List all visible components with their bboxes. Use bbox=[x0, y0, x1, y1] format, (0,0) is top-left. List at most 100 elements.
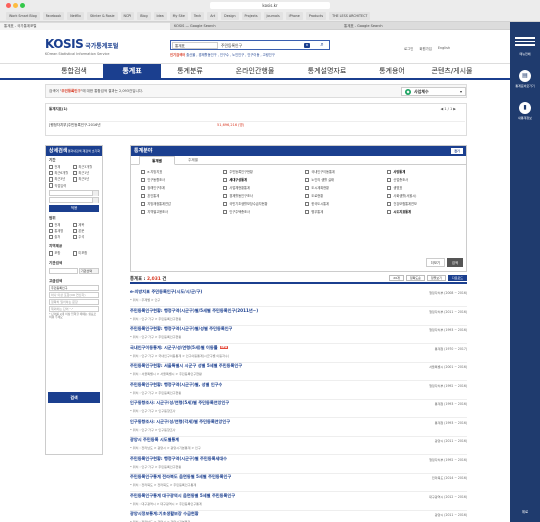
result-title[interactable]: 국내인구이동통계: 시군구/성/연령(5세)별 이동률 NEW bbox=[130, 345, 229, 351]
category-checkbox[interactable]: 병무통계 bbox=[305, 209, 323, 214]
gnb-item[interactable]: 통계분류 bbox=[161, 64, 219, 79]
search-icon[interactable]: ⌕ bbox=[317, 42, 327, 49]
category-checkbox[interactable]: 장래인구추계 bbox=[141, 185, 165, 190]
result-path[interactable]: • 위치 : 인구·가구 > 주민등록인구현황 bbox=[130, 316, 181, 321]
bookmark-item[interactable]: Idea bbox=[153, 12, 167, 20]
advanced-search-button[interactable]: 검색 bbox=[48, 392, 100, 403]
search-input[interactable]: 주민등록인구 bbox=[221, 42, 301, 49]
category-checkbox[interactable]: 건강보험통계연보 bbox=[387, 201, 416, 206]
option-checkbox[interactable]: 최근1년 bbox=[73, 170, 97, 175]
result-title[interactable]: 주민등록인구현황: 행정구역(시군구)별 주민등록세대수 bbox=[130, 456, 227, 462]
category-checkbox[interactable]: 세대구성통계 bbox=[223, 177, 247, 182]
popular-keywords-list[interactable]: 출산율 , 경제활동인구 , 인구수 , 노인인구 , 인구이동 , 고령인구 bbox=[186, 53, 275, 57]
bookmark-item[interactable]: iPhone bbox=[285, 12, 303, 20]
result-item[interactable]: 주민등록인구현황: 행정구역(시군구)별/5세별 주민등록인구(2011년~) •… bbox=[130, 306, 467, 326]
exclude-words-input[interactable]: 제외하는 단어 "-" bbox=[49, 305, 99, 312]
hamburger-menu-icon[interactable] bbox=[515, 37, 535, 47]
all-words-input[interactable]: 주민등록인구 bbox=[49, 284, 99, 291]
result-item[interactable]: 주민등록인구통계 전라북도 읍면동별 5세별 주민등록인구 • 위치 : 전라북도… bbox=[130, 472, 467, 492]
option-checkbox[interactable]: 포함 bbox=[49, 250, 73, 255]
zoom-window-icon[interactable] bbox=[20, 3, 25, 8]
bookmark-item[interactable]: Products bbox=[305, 12, 327, 20]
result-path[interactable]: • 위치 : 주제별 > 인구 bbox=[130, 297, 160, 302]
indicator-pager[interactable]: ◀ 1 / 1 ▶ bbox=[441, 107, 456, 111]
quick-link-mystats[interactable]: ▮ 내통계정보 bbox=[510, 102, 540, 120]
minimize-window-icon[interactable] bbox=[13, 3, 18, 8]
category-checkbox[interactable]: 시도지표통계 bbox=[387, 209, 411, 214]
org-input[interactable] bbox=[49, 267, 78, 274]
result-path[interactable]: • 위치 : 인구·가구 > 주민등록인구현황 bbox=[130, 334, 181, 339]
category-checkbox[interactable]: 산업총조사 bbox=[387, 177, 408, 182]
option-checkbox[interactable]: 최근3개월 bbox=[73, 164, 97, 169]
browser-tab[interactable]: 통계표 - 국가통계포털 bbox=[0, 23, 170, 30]
tab-by-subject[interactable]: 주제별 bbox=[175, 156, 211, 165]
category-checkbox[interactable]: 경제활동인구조사 bbox=[223, 193, 252, 198]
category-checkbox[interactable]: 사망통계 bbox=[387, 169, 405, 174]
result-title[interactable]: 주민등록인구통계 전라북도 읍면동별 5세별 주민등록인구 bbox=[130, 474, 231, 480]
category-search-button[interactable]: 검색 bbox=[446, 258, 463, 267]
login-link[interactable]: 로그인 bbox=[404, 46, 413, 51]
browser-tab[interactable]: 통계표 - Google Search bbox=[340, 23, 510, 30]
category-checkbox[interactable]: 도시계획현황 bbox=[305, 185, 329, 190]
date-from-input[interactable] bbox=[49, 189, 99, 196]
category-checkbox[interactable]: 인구동향조사 bbox=[141, 177, 165, 182]
category-checkbox[interactable]: 국내인구이동통계 bbox=[305, 169, 334, 174]
option-checkbox[interactable]: 통계명 bbox=[49, 228, 73, 233]
quick-link-table[interactable]: ▤ 통계표바로가기 bbox=[510, 70, 540, 88]
category-checkbox[interactable]: 사업체현황통계 bbox=[223, 185, 250, 190]
option-checkbox[interactable]: 직접입력 bbox=[49, 183, 73, 188]
site-logo[interactable]: KOSIS 국가통계포털 KOrean Statistical Informati… bbox=[45, 37, 118, 56]
result-path[interactable]: • 위치 : 인구·가구 > 인구동향조사 bbox=[130, 408, 176, 413]
calendar-icon[interactable] bbox=[92, 190, 98, 196]
result-title[interactable]: e-지방지표 주민등록인구(시도/시/군/구) bbox=[130, 289, 202, 295]
gnb-item[interactable]: 콘텐츠/게시물 bbox=[421, 64, 483, 79]
bookmark-item[interactable]: Projects bbox=[241, 12, 261, 20]
bookmark-item[interactable]: Facebook bbox=[42, 12, 65, 20]
result-title[interactable]: 주민등록인구현황: 행정구역(시군구)별/5세별 주민등록인구(2011년~) bbox=[130, 308, 258, 314]
bookmark-item[interactable]: THE LESS ARCHITECT bbox=[329, 12, 371, 20]
result-path[interactable]: • 위치 : 인구·가구 > 주민등록인구현황 bbox=[130, 464, 181, 469]
result-title[interactable]: 주민등록인구현황: 서울특별시 시군구 성별 5세별 주민등록인구 bbox=[130, 363, 242, 369]
option-checkbox[interactable]: 미포함 bbox=[73, 250, 97, 255]
result-item[interactable]: 국내인구이동통계: 시군구/성/연령(5세)별 이동률 NEW • 위치 : 인구·… bbox=[130, 343, 467, 363]
result-title[interactable]: 인구동향조사: 시군구/성/연령(각세)별 주민등록연앙인구 bbox=[130, 419, 230, 425]
result-path[interactable]: • 위치 : 서울특별시 > 서울특별시 > 주민등록인구현황 bbox=[130, 371, 202, 376]
indicator-row[interactable]: [행정자치부]주민등록인구-2016년 51,696,216 (명) bbox=[49, 121, 465, 128]
option-checkbox[interactable]: 제목 bbox=[73, 222, 97, 227]
bookmark-item[interactable]: Netflix bbox=[67, 12, 84, 20]
result-item[interactable]: 인구동향조사: 시군구/성/연령(5세)별 주민등록연앙인구 • 위치 : 인구·… bbox=[130, 398, 467, 418]
category-checkbox[interactable]: 지역별고용조사 bbox=[141, 209, 168, 214]
category-checkbox[interactable]: 국민기초생활보장수급자현황 bbox=[223, 201, 267, 206]
category-checkbox[interactable]: 사회생활(서울시) bbox=[387, 193, 416, 198]
exact-phrase-input[interactable]: 정확히 일치하는 문장 bbox=[49, 298, 99, 305]
bookmark-item[interactable]: NCPI bbox=[120, 12, 135, 20]
any-words-input[interactable]: 하나 이상 포함(OR 연산자) bbox=[49, 291, 99, 298]
category-checkbox[interactable]: 인구주택총조사 bbox=[223, 209, 250, 214]
category-checkbox[interactable]: 지방재정통계연감 bbox=[141, 201, 170, 206]
browser-tab[interactable]: KOSIS — Google Search bbox=[170, 23, 340, 30]
result-item[interactable]: 광양시정보통계:기초생활보장 수급현황 • 위치 : 전라남도 > 광양시 > 광… bbox=[130, 509, 467, 522]
scroll-top-button[interactable]: 위로 bbox=[510, 509, 540, 514]
english-link[interactable]: English bbox=[438, 46, 450, 51]
option-checkbox[interactable]: 주석 bbox=[73, 234, 97, 239]
result-path[interactable]: • 위치 : 전라남도 > 광양시 > 광양시기본통계 > 인구 bbox=[130, 445, 201, 450]
option-checkbox[interactable]: 최근5년 bbox=[73, 176, 97, 181]
result-path[interactable]: • 위치 : 전라북도 > 전라북도 > 주민등록인구통계 bbox=[130, 482, 196, 487]
bookmark-item[interactable]: Design bbox=[221, 12, 239, 20]
bookmark-item[interactable]: Blog bbox=[137, 12, 151, 20]
result-item[interactable]: 주민등록인구현황: 행정구역(시군구)별 주민등록세대수 • 위치 : 인구·가구… bbox=[130, 454, 467, 474]
result-item[interactable]: 주민등록인구현황: 서울특별시 시군구 성별 5세별 주민등록인구 • 위치 : … bbox=[130, 361, 467, 381]
org-select-button[interactable]: 기관선택 bbox=[79, 267, 99, 274]
result-item[interactable]: 주민등록인구현황: 행정구역(시군구)별, 성별 인구수 • 위치 : 인구·가구… bbox=[130, 380, 467, 400]
bookmark-item[interactable]: My Site bbox=[169, 12, 188, 20]
result-path[interactable]: • 위치 : 대구광역시 > 대구광역시 > 주민등록인구통계 bbox=[130, 501, 202, 506]
result-item[interactable]: 주민등록인구통계 대구광역시 읍면동별 5세별 주민등록인구 • 위치 : 대구광… bbox=[130, 491, 467, 511]
close-window-icon[interactable] bbox=[6, 3, 11, 8]
option-checkbox[interactable]: 출처 bbox=[49, 234, 73, 239]
category-checkbox[interactable]: 도로현황 bbox=[305, 193, 323, 198]
result-title[interactable]: 인구동향조사: 시군구/성/연령(5세)별 주민등록연앙인구 bbox=[130, 400, 229, 406]
option-checkbox[interactable]: 전체 bbox=[49, 222, 73, 227]
result-path[interactable]: • 위치 : 인구·가구 > 인구동향조사 bbox=[130, 427, 176, 432]
result-item[interactable]: 광양시 주민등록 시도별통계 • 위치 : 전라남도 > 광양시 > 광양시기본통… bbox=[130, 435, 467, 455]
gnb-item[interactable]: 온라인간행물 bbox=[219, 64, 291, 79]
